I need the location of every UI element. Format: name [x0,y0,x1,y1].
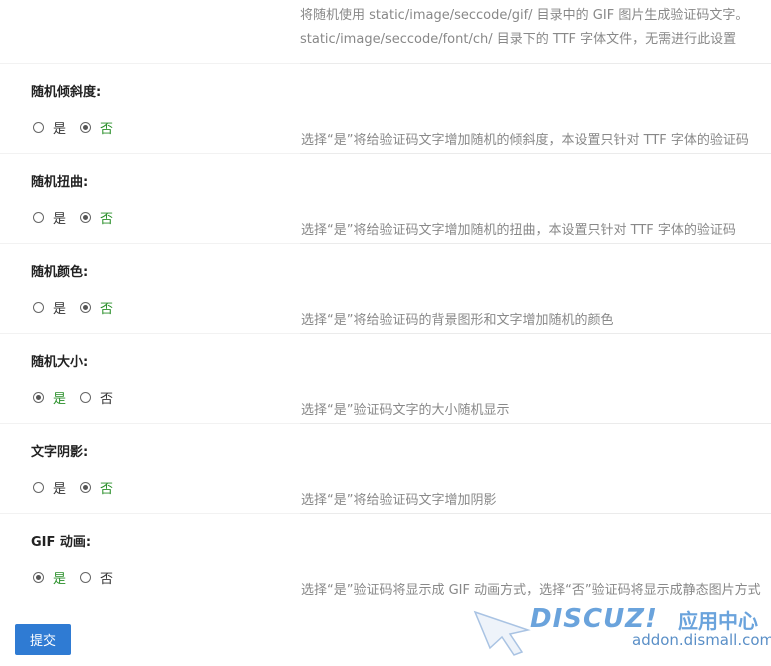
radio-no[interactable]: 否 [80,388,113,407]
radio-circle[interactable] [80,482,92,493]
radio-circle[interactable] [80,302,92,313]
setting-title: 文字阴影: [31,445,89,460]
setting-text-shadow: 文字阴影: 是 否 选择“是”将给验证码文字增加阴影 [0,424,771,514]
radio-circle[interactable] [80,122,92,133]
radio-no-label: 否 [100,212,114,227]
watermark-url: addon.dismall.com [632,631,771,649]
radio-no[interactable]: 否 [80,478,113,497]
radio-no[interactable]: 否 [80,298,113,317]
top-description: 将随机使用 static/image/seccode/gif/ 目录中的 GIF… [300,4,771,52]
radio-no-label: 否 [100,482,114,497]
radio-circle[interactable] [80,212,92,223]
radio-no[interactable]: 否 [80,118,113,137]
setting-title: 随机大小: [31,355,89,370]
radio-no-label: 否 [100,572,114,587]
radio-yes-label: 是 [53,482,67,497]
radio-group: 是 否 [33,388,127,407]
radio-yes-label: 是 [53,302,67,317]
setting-random-size: 随机大小: 是 否 选择“是”验证码文字的大小随机显示 [0,334,771,424]
watermark-cn: 应用中心 [678,609,758,633]
radio-group: 是 否 [33,118,127,137]
setting-title: 随机颜色: [31,265,89,280]
radio-no-label: 否 [100,302,114,317]
radio-no-label: 否 [100,392,114,407]
radio-circle[interactable] [33,212,44,223]
setting-description: 选择“是”验证码文字的大小随机显示 [301,403,510,418]
setting-random-tilt: 随机倾斜度: 是 否 选择“是”将给验证码文字增加随机的倾斜度，本设置只针对 T… [0,64,771,154]
radio-yes-label: 是 [53,122,67,137]
radio-circle[interactable] [33,572,44,583]
radio-no-label: 否 [100,122,114,137]
submit-button[interactable]: 提交 [15,624,71,655]
setting-description: 选择“是”将给验证码的背景图形和文字增加随机的颜色 [301,313,614,328]
top-description-line2: static/image/seccode/font/ch/ 目录下的 TTF 字… [300,32,737,47]
radio-group: 是 否 [33,478,127,497]
radio-circle[interactable] [80,572,92,583]
radio-yes-label: 是 [53,392,67,407]
radio-yes[interactable]: 是 [33,118,66,137]
setting-gif-animation: GIF 动画: 是 否 选择“是”验证码将显示成 GIF 动画方式，选择“否”验… [0,514,771,604]
radio-group: 是 否 [33,568,127,587]
radio-group: 是 否 [33,208,127,227]
setting-description: 选择“是”将给验证码文字增加随机的扭曲，本设置只针对 TTF 字体的验证码 [301,223,736,238]
radio-no[interactable]: 否 [80,568,113,587]
setting-title: 随机扭曲: [31,175,89,190]
radio-circle[interactable] [33,302,44,313]
setting-random-color: 随机颜色: 是 否 选择“是”将给验证码的背景图形和文字增加随机的颜色 [0,244,771,334]
setting-description: 选择“是”将给验证码文字增加阴影 [301,493,497,508]
radio-yes-label: 是 [53,212,67,227]
watermark-brand: DISCUZ! [530,604,658,634]
radio-yes-label: 是 [53,572,67,587]
radio-yes[interactable]: 是 [33,208,66,227]
radio-circle[interactable] [80,392,92,403]
radio-circle[interactable] [33,392,44,403]
top-description-line1: 将随机使用 static/image/seccode/gif/ 目录中的 GIF… [300,8,749,23]
radio-yes[interactable]: 是 [33,478,66,497]
radio-circle[interactable] [33,122,44,133]
radio-yes[interactable]: 是 [33,298,66,317]
setting-title: 随机倾斜度: [31,85,102,100]
setting-description: 选择“是”将给验证码文字增加随机的倾斜度，本设置只针对 TTF 字体的验证码 [301,133,749,148]
setting-description: 选择“是”验证码将显示成 GIF 动画方式，选择“否”验证码将显示成静态图片方式 [301,583,761,598]
setting-random-distort: 随机扭曲: 是 否 选择“是”将给验证码文字增加随机的扭曲，本设置只针对 TTF… [0,154,771,244]
radio-yes[interactable]: 是 [33,568,66,587]
radio-yes[interactable]: 是 [33,388,66,407]
radio-circle[interactable] [33,482,44,493]
setting-title: GIF 动画: [31,535,92,550]
radio-no[interactable]: 否 [80,208,113,227]
radio-group: 是 否 [33,298,127,317]
